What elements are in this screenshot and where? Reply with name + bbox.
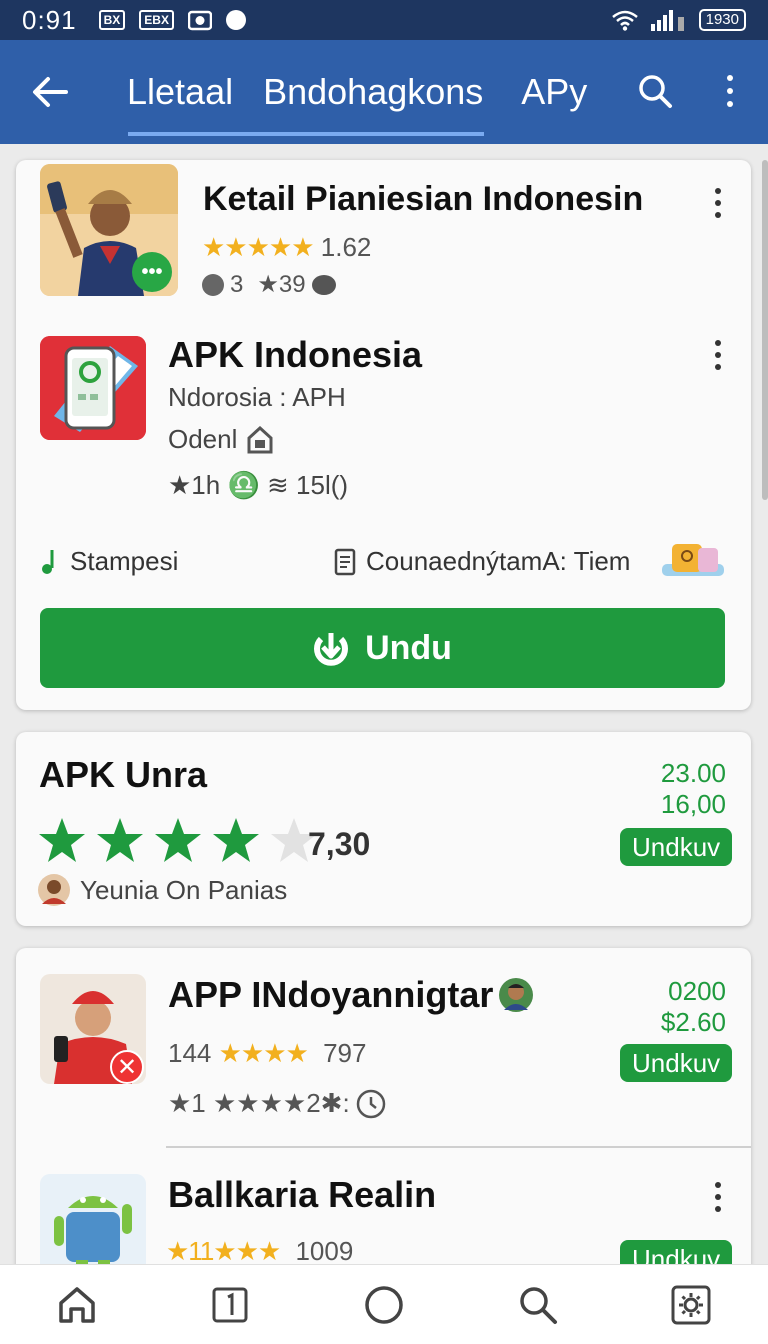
home-lock-icon [247, 425, 273, 453]
pig-icon [311, 274, 336, 295]
calendar-one-icon [212, 1287, 248, 1322]
clock-icon [356, 1089, 385, 1118]
apk-unra-title[interactable]: APK Unra [39, 754, 207, 795]
arrow-left-icon [33, 77, 68, 107]
star-full-icon [213, 818, 259, 862]
app-indoy-price-bottom: $2.60 [660, 1007, 726, 1037]
apk-unra-stars [38, 816, 318, 864]
app-indoy-thumbnail[interactable]: ✕ [40, 974, 146, 1084]
active-tab-indicator [128, 132, 484, 136]
apk-unra-rating: 7,30 [308, 826, 371, 862]
scrollbar[interactable] [762, 160, 768, 500]
featured-rating-stars: ★★★★★ [202, 232, 315, 262]
ballkaria-more-button[interactable] [703, 1182, 733, 1212]
more-vert-icon [715, 1182, 721, 1212]
settings-icon [671, 1285, 711, 1324]
apk-unra-author: Yeunia On Panias [80, 874, 288, 905]
featured-app-card: ••• Ketail Pianiesian Indonesin ★★★★★ 1.… [16, 160, 751, 710]
nav-search[interactable] [508, 1275, 568, 1335]
apk-indonesia-meta: ★1h ♎ ≋ 15l() [168, 470, 349, 500]
overflow-menu-button[interactable] [708, 66, 752, 116]
apk-indonesia-subtitle: Ndorosia : APH [168, 382, 346, 412]
camera-icon [187, 10, 212, 31]
apk-indonesia-title[interactable]: APK Indonesia [168, 334, 422, 375]
download-button[interactable]: Undu [40, 608, 725, 688]
back-button[interactable] [0, 42, 100, 142]
apk-indonesia-more-button[interactable] [703, 340, 733, 370]
info-left-text: Stampesi [70, 546, 179, 576]
app-indoy-meta: ★1 ★★★★2✱: [168, 1088, 350, 1118]
app-indoy-download-button[interactable]: Undkuv [620, 1044, 733, 1082]
apk-unra-download-button[interactable]: Undkuv [620, 828, 733, 866]
notification-icon-b: EBX [139, 10, 174, 30]
wifi-icon [611, 10, 638, 31]
more-vert-icon [727, 75, 733, 107]
apk-unra-price-bottom: 16,00 [660, 789, 726, 819]
bottom-navigation [0, 1264, 768, 1344]
more-vert-icon [715, 188, 721, 218]
signal-icon [650, 10, 684, 31]
star-full-icon [39, 818, 85, 862]
info-right-text: CounaednýtamA: Tiem [366, 546, 631, 576]
app-indoy-price-top: 0200 [668, 976, 726, 1006]
app-bar: Lletaal Bndohagkons APy [0, 40, 768, 144]
featured-stat-b: ★39 [257, 271, 306, 298]
developer-avatar [499, 978, 534, 1012]
featured-app-thumbnail[interactable]: ••• [40, 164, 178, 296]
search-button[interactable] [630, 66, 680, 116]
list-divider [166, 1146, 751, 1148]
status-bar: 0:91 BX EBX 1930 [0, 0, 768, 40]
music-note-icon [42, 549, 54, 574]
tab-lletaal[interactable]: Lletaal [112, 42, 248, 142]
app-list-card: ✕ APP INdoyannigtar 144 ★★★★ 797 ★1 ★★★★… [16, 948, 751, 1288]
apk-unra-price-top: 23.00 [660, 758, 726, 788]
search-icon [519, 1286, 557, 1324]
nav-settings[interactable] [661, 1275, 721, 1335]
app-indoy-count: 144 [168, 1038, 212, 1068]
search-icon [639, 75, 672, 108]
document-icon [334, 548, 356, 575]
status-time: 0:91 [22, 4, 77, 35]
featured-rating-value: 1.62 [320, 232, 372, 262]
featured-stat-a: 3 [230, 270, 244, 298]
home-icon [59, 1286, 95, 1323]
ballkaria-rating: 1009 [295, 1236, 354, 1266]
nav-one[interactable] [200, 1275, 260, 1335]
apk-unra-card: APK Unra 7,30 Yeunia On Panias 23.00 16,… [16, 732, 751, 926]
notification-icon-a: BX [98, 10, 126, 30]
ballkaria-title[interactable]: Ballkaria Realin [168, 1174, 436, 1215]
app-indoy-rating: 797 [323, 1038, 367, 1068]
tab-bndohagkons[interactable]: Bndohagkons [248, 42, 498, 142]
gift-box-icon [662, 542, 724, 578]
download-icon [314, 633, 349, 666]
phone-app-icon [40, 336, 146, 440]
featured-more-button[interactable] [703, 188, 733, 218]
author-avatar [38, 874, 70, 906]
nav-circle[interactable] [354, 1275, 414, 1335]
featured-app-title[interactable]: Ketail Pianiesian Indonesin [203, 180, 643, 218]
star-full-icon [97, 818, 143, 862]
nav-home[interactable] [47, 1275, 107, 1335]
apk-indonesia-label: Odenl [168, 424, 238, 454]
star-full-icon [155, 818, 201, 862]
apk-indonesia-icon[interactable] [40, 336, 146, 440]
app-indoy-title[interactable]: APP INdoyannigtar [168, 974, 493, 1016]
notification-dot-icon [225, 10, 246, 30]
gear-badge-icon [202, 273, 224, 296]
app-indoy-stars: ★★★★ [218, 1038, 309, 1068]
chat-badge-icon: ••• [132, 252, 172, 292]
battery-icon: 1930 [698, 9, 746, 31]
download-button-label: Undu [365, 628, 452, 667]
circle-icon [365, 1285, 403, 1324]
close-badge-icon: ✕ [110, 1050, 144, 1084]
more-vert-icon [715, 340, 721, 370]
tab-apy[interactable]: APy [506, 42, 602, 142]
ballkaria-stars: ★11★★★ [166, 1236, 281, 1266]
